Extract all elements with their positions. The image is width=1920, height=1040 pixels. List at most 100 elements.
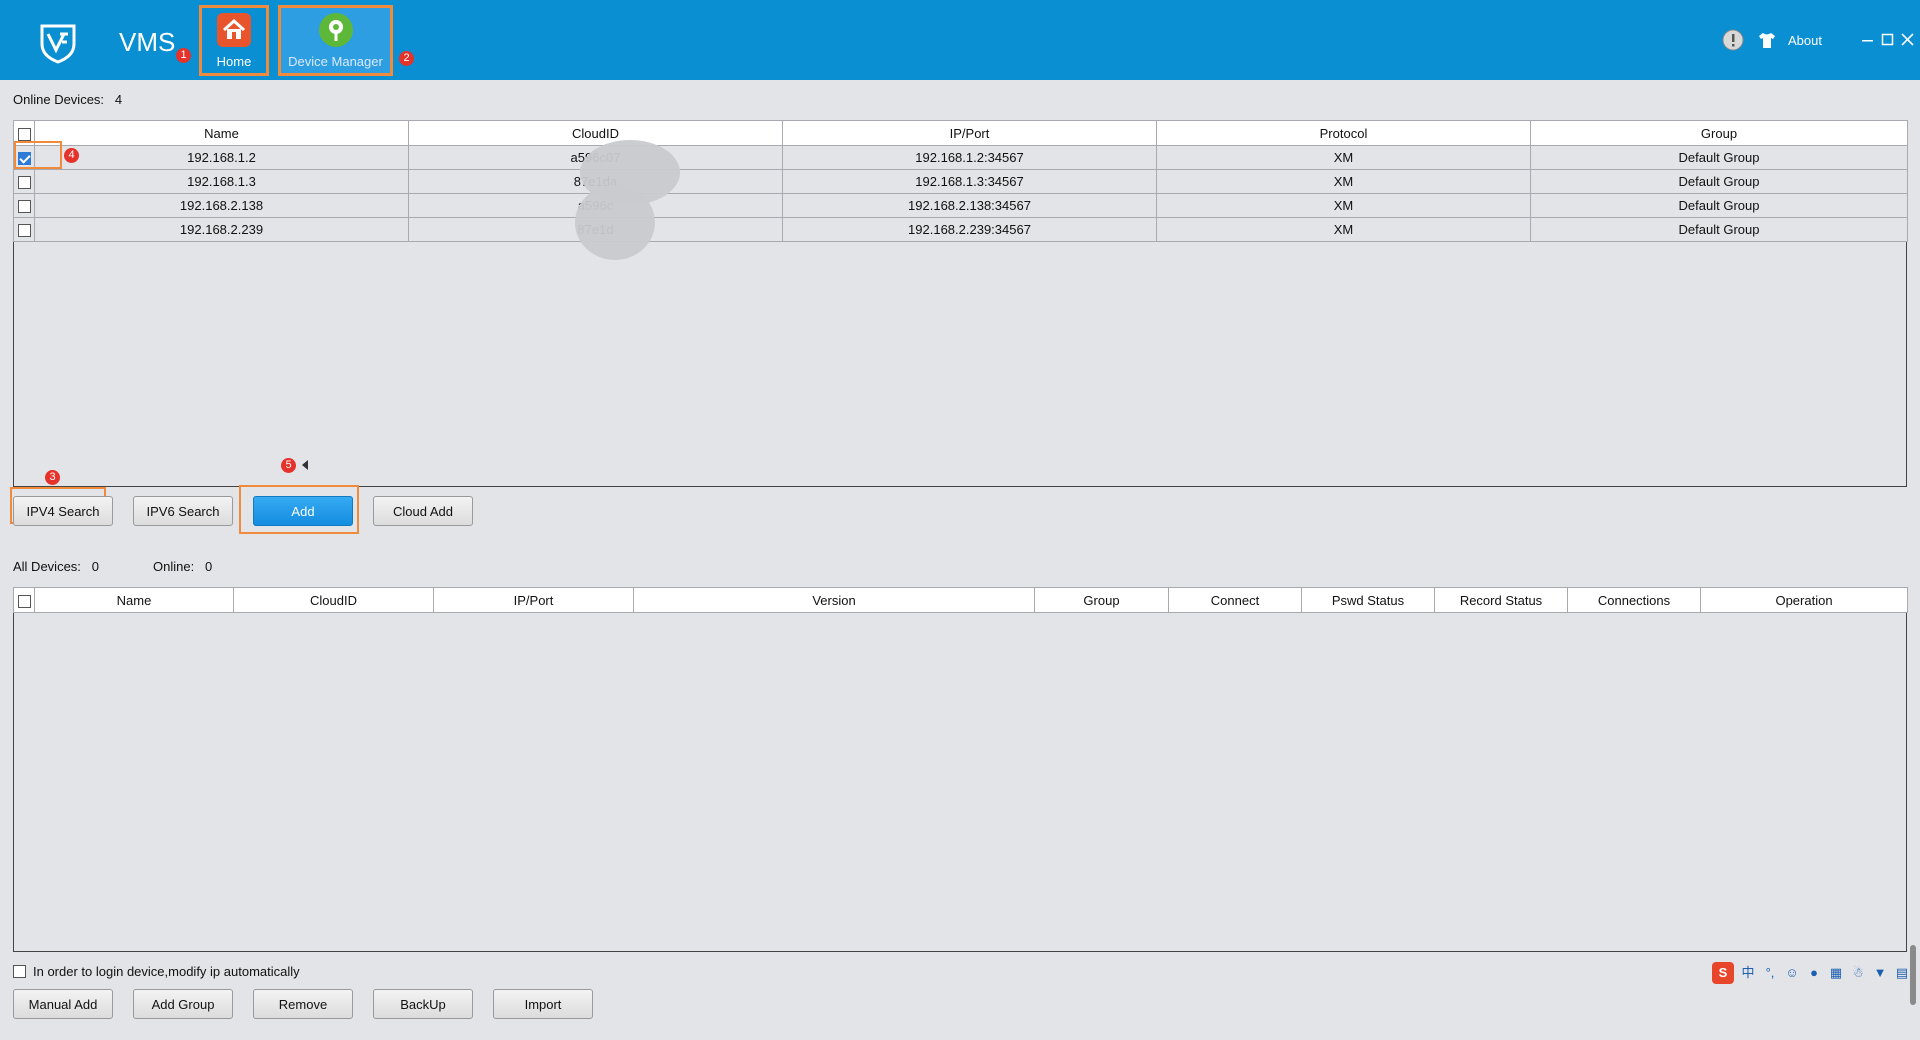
- ime-menu-icon[interactable]: ▤: [1894, 965, 1910, 981]
- skin-icon[interactable]: [1758, 31, 1776, 49]
- cloud-add-button[interactable]: Cloud Add: [373, 496, 473, 526]
- nav-home-button[interactable]: Home: [199, 5, 269, 76]
- ime-emoji-icon[interactable]: ☺: [1784, 965, 1800, 981]
- device-col-version[interactable]: Version: [633, 587, 1035, 613]
- nav-device-manager-label: Device Manager: [288, 54, 383, 69]
- col-header-name[interactable]: Name: [34, 120, 409, 146]
- table-row[interactable]: 192.168.2.138 a596c 192.168.2.138:34567 …: [13, 193, 1908, 218]
- home-icon: [217, 13, 251, 47]
- cell-protocol: XM: [1156, 145, 1531, 170]
- device-col-operation[interactable]: Operation: [1700, 587, 1908, 613]
- cell-name: 192.168.1.2: [34, 145, 409, 170]
- ime-logo-icon[interactable]: S: [1712, 962, 1734, 984]
- row-checkbox[interactable]: [17, 224, 31, 238]
- scrollbar-thumb[interactable]: [1910, 945, 1916, 1005]
- ipv6-search-button[interactable]: IPV6 Search: [133, 496, 233, 526]
- remove-button[interactable]: Remove: [253, 989, 353, 1019]
- about-link[interactable]: About: [1788, 33, 1822, 48]
- all-devices-label: All Devices:: [13, 559, 81, 574]
- online-summary: Online: 0: [153, 559, 212, 574]
- device-list-table: Name CloudID IP/Port Version Group Conne…: [13, 587, 1908, 613]
- all-devices-summary: All Devices: 0: [13, 559, 99, 574]
- row-checkbox[interactable]: [17, 200, 31, 214]
- select-all-checkbox[interactable]: [17, 127, 31, 141]
- online-label: Online:: [153, 559, 195, 574]
- table-row[interactable]: 192.168.1.3 87e1da 192.168.1.3:34567 XM …: [13, 169, 1908, 194]
- ime-punct-icon[interactable]: °,: [1762, 965, 1778, 981]
- minimize-icon[interactable]: [1860, 32, 1876, 48]
- table-row[interactable]: 192.168.1.2 a596c07 192.168.1.2:34567 XM…: [13, 145, 1908, 170]
- app-title: VMS: [119, 27, 176, 57]
- add-button[interactable]: Add: [253, 496, 353, 526]
- search-results-table: Name CloudID IP/Port Protocol Group 192.…: [13, 120, 1908, 242]
- cell-protocol: XM: [1156, 217, 1531, 242]
- online-devices-count: 4: [114, 92, 123, 107]
- table-row[interactable]: 192.168.2.239 87e1d 192.168.2.239:34567 …: [13, 217, 1908, 242]
- nav-home-badge: 1: [176, 48, 191, 63]
- cell-group: Default Group: [1530, 193, 1908, 218]
- step-badge-4: 4: [64, 148, 79, 163]
- row-checkbox[interactable]: [17, 176, 31, 190]
- col-header-group[interactable]: Group: [1530, 120, 1908, 146]
- cell-group: Default Group: [1530, 145, 1908, 170]
- step-badge-3: 3: [45, 470, 60, 485]
- ime-keyboard-icon[interactable]: ▦: [1828, 965, 1844, 981]
- online-count: 0: [205, 559, 213, 574]
- add-group-button[interactable]: Add Group: [133, 989, 233, 1019]
- device-col-cloudid[interactable]: CloudID: [233, 587, 434, 613]
- online-devices-label: Online Devices: 4: [13, 92, 122, 107]
- device-col-connect[interactable]: Connect: [1168, 587, 1302, 613]
- device-list-panel: [13, 587, 1907, 952]
- title-bar: VMS 1 Home Device Manager 2 About: [0, 0, 1920, 80]
- cell-group: Default Group: [1530, 169, 1908, 194]
- maximize-icon[interactable]: [1880, 32, 1896, 48]
- nav-device-manager-badge: 2: [399, 51, 414, 66]
- manual-add-button[interactable]: Manual Add: [13, 989, 113, 1019]
- nav-device-manager-button[interactable]: Device Manager: [278, 5, 393, 76]
- col-header-protocol[interactable]: Protocol: [1156, 120, 1531, 146]
- cell-ipport: 192.168.1.2:34567: [782, 145, 1157, 170]
- ime-user-icon[interactable]: ☃: [1850, 965, 1866, 981]
- auto-ip-option[interactable]: In order to login device,modify ip autom…: [13, 964, 300, 979]
- device-col-group[interactable]: Group: [1034, 587, 1169, 613]
- arrow-left-icon: [302, 460, 308, 470]
- cell-name: 192.168.2.239: [34, 217, 409, 242]
- device-col-ipport[interactable]: IP/Port: [433, 587, 634, 613]
- device-col-pswd-status[interactable]: Pswd Status: [1301, 587, 1435, 613]
- device-select-all-checkbox[interactable]: [17, 594, 31, 608]
- cell-name: 192.168.2.138: [34, 193, 409, 218]
- ime-skin-icon[interactable]: ▼: [1872, 965, 1888, 981]
- online-devices-text: Online Devices:: [13, 92, 105, 107]
- col-header-ipport[interactable]: IP/Port: [782, 120, 1157, 146]
- cell-ipport: 192.168.2.239:34567: [782, 217, 1157, 242]
- ipv4-search-button[interactable]: IPV4 Search: [13, 496, 113, 526]
- device-table-header: Name CloudID IP/Port Version Group Conne…: [13, 587, 1908, 613]
- backup-button[interactable]: BackUp: [373, 989, 473, 1019]
- cell-protocol: XM: [1156, 169, 1531, 194]
- cell-ipport: 192.168.2.138:34567: [782, 193, 1157, 218]
- device-col-connections[interactable]: Connections: [1567, 587, 1701, 613]
- col-header-cloudid[interactable]: CloudID: [408, 120, 783, 146]
- close-icon[interactable]: [1900, 32, 1916, 48]
- app-logo-icon: [40, 24, 76, 64]
- device-select-all-cell[interactable]: [13, 587, 35, 613]
- device-manager-icon: [318, 13, 353, 47]
- ime-mic-icon[interactable]: ●: [1806, 965, 1822, 981]
- nav-home-label: Home: [216, 54, 252, 69]
- window-controls: About: [1722, 28, 1920, 52]
- cell-protocol: XM: [1156, 193, 1531, 218]
- ime-lang[interactable]: 中: [1740, 965, 1756, 981]
- checkbox-highlight: [14, 141, 62, 169]
- cell-group: Default Group: [1530, 217, 1908, 242]
- auto-ip-label: In order to login device,modify ip autom…: [33, 964, 300, 979]
- redaction-blur: [575, 185, 655, 260]
- ime-toolbar[interactable]: S 中 °, ☺ ● ▦ ☃ ▼ ▤: [1712, 962, 1910, 984]
- device-col-name[interactable]: Name: [34, 587, 234, 613]
- all-devices-count: 0: [91, 559, 99, 574]
- search-table-header: Name CloudID IP/Port Protocol Group: [13, 120, 1908, 146]
- auto-ip-checkbox[interactable]: [13, 965, 26, 978]
- import-button[interactable]: Import: [493, 989, 593, 1019]
- cell-name: 192.168.1.3: [34, 169, 409, 194]
- device-col-record-status[interactable]: Record Status: [1434, 587, 1568, 613]
- info-icon[interactable]: [1722, 29, 1744, 51]
